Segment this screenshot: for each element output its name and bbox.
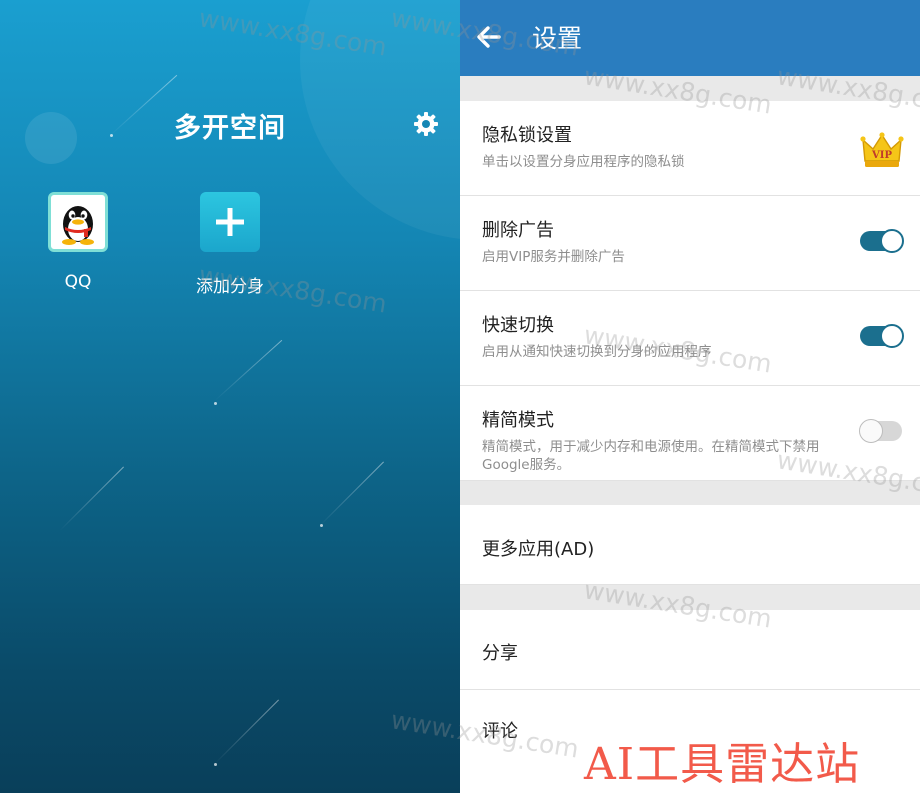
background-streak [214, 699, 279, 764]
page-title: 设置 [532, 24, 583, 53]
background-streak [59, 466, 124, 531]
gear-icon[interactable] [410, 108, 442, 140]
page-title: 多开空间 [174, 113, 286, 144]
setting-subtitle: 启用VIP服务并删除广告 [482, 249, 625, 265]
setting-privacy-lock[interactable]: 隐私锁设置 单击以设置分身应用程序的隐私锁 VIP [460, 101, 920, 196]
setting-title: 精简模式 [482, 410, 554, 431]
remove-ads-toggle[interactable] [860, 229, 904, 253]
background-dot [320, 524, 323, 527]
background-dot [214, 763, 217, 766]
setting-title: 分享 [482, 643, 518, 664]
quick-switch-toggle[interactable] [860, 324, 904, 348]
background-streak [214, 339, 283, 401]
brand-watermark: AI工具雷达站 [584, 739, 861, 790]
add-clone-button[interactable]: 添加分身 [175, 192, 285, 297]
app-qq[interactable]: QQ [23, 192, 133, 292]
app-label: QQ [64, 272, 92, 292]
background-dot [214, 402, 217, 405]
settings-screen: 设置 隐私锁设置 单击以设置分身应用程序的隐私锁 VIP 删除广告 启用VIP服… [460, 0, 920, 793]
setting-subtitle: 精简模式，用于减少内存和电源使用。在精简模式下禁用Google服务。 [482, 439, 820, 473]
setting-subtitle: 启用从通知快速切换到分身的应用程序 [482, 344, 712, 360]
setting-title: 快速切换 [482, 315, 554, 336]
vip-badge-text: VIP [871, 150, 892, 161]
setting-title: 删除广告 [482, 220, 554, 241]
setting-subtitle: 单击以设置分身应用程序的隐私锁 [482, 154, 685, 170]
back-arrow-icon[interactable] [472, 20, 506, 54]
qq-penguin-icon [48, 192, 108, 252]
setting-lite-mode[interactable]: 精简模式 精简模式，用于减少内存和电源使用。在精简模式下禁用Google服务。 [460, 386, 920, 481]
setting-remove-ads[interactable]: 删除广告 启用VIP服务并删除广告 [460, 196, 920, 291]
setting-quick-switch[interactable]: 快速切换 启用从通知快速切换到分身的应用程序 [460, 291, 920, 386]
setting-title: 隐私锁设置 [482, 125, 572, 146]
app-bar: 设置 [460, 0, 920, 76]
app-label: 添加分身 [196, 277, 264, 297]
background-streak [319, 461, 384, 526]
setting-more-apps[interactable]: 更多应用(AD) [460, 505, 920, 585]
setting-share[interactable]: 分享 [460, 610, 920, 690]
plus-icon [200, 192, 260, 252]
multi-space-home-screen: 多开空间 QQ 添加分身 [0, 0, 460, 793]
setting-title: 评论 [482, 721, 518, 742]
vip-crown-icon: VIP [860, 131, 904, 171]
lite-mode-toggle[interactable] [859, 419, 902, 443]
setting-title: 更多应用(AD) [482, 539, 595, 560]
